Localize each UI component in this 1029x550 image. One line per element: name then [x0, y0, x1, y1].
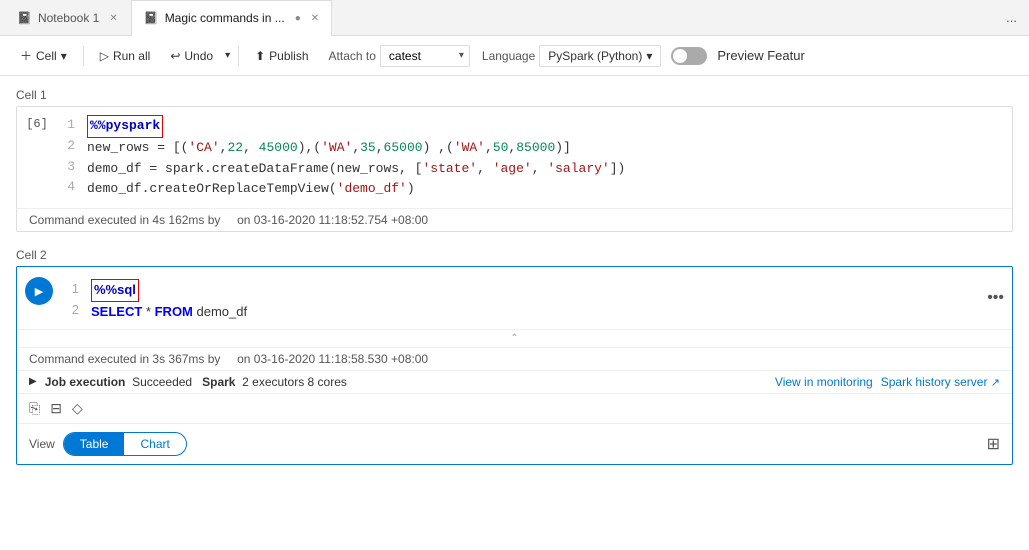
- view-label: View: [29, 437, 55, 451]
- cell-2-code-area: ▶ 1 2 %%sql SELECT * FROM demo_df •••: [17, 267, 1012, 329]
- cell-1-code-area: [6] 1 2 3 4 %%pyspark new_rows = [('CA',…: [17, 107, 1012, 208]
- export-icon[interactable]: ⊞: [987, 434, 1000, 454]
- tab-magic-commands[interactable]: 📓 Magic commands in ... ● ✕: [131, 0, 332, 36]
- job-executors: 2 executors 8 cores: [242, 375, 347, 389]
- job-label: Job execution: [45, 375, 126, 389]
- external-link-icon: ↗: [991, 377, 1000, 389]
- language-label: Language: [482, 49, 535, 63]
- language-chevron-icon: ▾: [646, 49, 652, 63]
- cell-2-collapse[interactable]: ⌃: [17, 329, 1012, 347]
- cell-2-status-spacer: [224, 352, 237, 366]
- tab-magic-x[interactable]: ✕: [311, 13, 319, 24]
- notebook-icon: 📓: [17, 11, 32, 25]
- sep1: [83, 46, 84, 66]
- cell-1-line-numbers: 1 2 3 4: [57, 115, 87, 200]
- copy-icon[interactable]: ⎘: [29, 400, 40, 417]
- code-line-1: %%pyspark: [87, 115, 1012, 138]
- undo-label: Undo: [184, 49, 213, 63]
- cell-2-label: Cell 2: [16, 248, 1013, 262]
- cell-2-output: ▶ Job execution Succeeded Spark 2 execut…: [17, 370, 1012, 464]
- cell-2-content: ▶ 1 2 %%sql SELECT * FROM demo_df ••• ⌃ …: [16, 266, 1013, 465]
- run-icon: ▷: [100, 49, 109, 63]
- cell-1-status-by: [224, 213, 237, 227]
- job-text: Job execution Succeeded Spark 2 executor…: [45, 375, 347, 389]
- attach-to-select[interactable]: catest: [380, 45, 470, 67]
- view-bar: View Table Chart ⊞: [17, 424, 1012, 464]
- job-links: View in monitoring Spark history server …: [775, 375, 1000, 389]
- publish-button[interactable]: ⬆ Publish: [247, 45, 316, 67]
- tab-notebook1[interactable]: 📓 Notebook 1 ✕: [4, 0, 131, 36]
- tab-more-button[interactable]: ...: [998, 10, 1025, 25]
- toolbar: ＋ Cell ▾ ▷ Run all ↩ Undo ▾ ⬆ Publish At…: [0, 36, 1029, 76]
- cell-label: Cell: [36, 49, 57, 63]
- chart-view-button[interactable]: Chart: [124, 433, 185, 455]
- undo-button[interactable]: ↩ Undo: [162, 45, 221, 67]
- job-status: Succeeded: [132, 375, 192, 389]
- cell-chevron-icon: ▾: [61, 49, 67, 63]
- undo-chevron-icon: ▾: [225, 50, 230, 61]
- cell-1-code-lines[interactable]: %%pyspark new_rows = [('CA',22, 45000),(…: [87, 115, 1012, 200]
- tab-magic-close[interactable]: ●: [295, 13, 301, 24]
- cell-1-content: [6] 1 2 3 4 %%pyspark new_rows = [('CA',…: [16, 106, 1013, 232]
- sql-line-2: SELECT * FROM demo_df: [91, 302, 987, 323]
- tab-notebook1-label: Notebook 1: [38, 11, 99, 25]
- tab-notebook1-close[interactable]: ✕: [109, 13, 117, 24]
- main-content: Cell 1 [6] 1 2 3 4 %%pyspark new_rows = …: [0, 76, 1029, 550]
- publish-label: Publish: [269, 49, 308, 63]
- cell-2-status-text: Command executed in 3s 367ms by: [29, 352, 220, 366]
- code-line-3: demo_df = spark.createDataFrame(new_rows…: [87, 159, 1012, 180]
- publish-icon: ⬆: [255, 49, 265, 63]
- language-button[interactable]: PySpark (Python) ▾: [539, 45, 661, 67]
- output-icons-row: ⎘ ⊟ ◇: [17, 394, 1012, 424]
- filter-icon[interactable]: ⊟: [50, 400, 62, 417]
- attach-to-label: Attach to: [329, 49, 376, 63]
- plus-icon: ＋: [20, 47, 32, 64]
- cell-1: Cell 1 [6] 1 2 3 4 %%pyspark new_rows = …: [16, 88, 1013, 232]
- spark-history-link[interactable]: Spark history server ↗: [881, 375, 1000, 389]
- view-toggle: Table Chart: [63, 432, 187, 456]
- cell-1-exec-num: [6]: [17, 115, 57, 200]
- cell-button[interactable]: ＋ Cell ▾: [12, 43, 75, 68]
- cell-1-status-text: Command executed in 4s 162ms by: [29, 213, 220, 227]
- sep2: [238, 46, 239, 66]
- cell-1-status-date: on 03-16-2020 11:18:52.754 +08:00: [237, 213, 428, 227]
- cell-2-line-numbers: 1 2: [61, 273, 91, 321]
- attach-to-wrapper[interactable]: catest: [380, 45, 470, 67]
- cell-2-status-date: on 03-16-2020 11:18:58.530 +08:00: [237, 352, 428, 366]
- undo-icon: ↩: [170, 49, 180, 63]
- run-all-button[interactable]: ▷ Run all: [92, 45, 159, 67]
- cell-1-status: Command executed in 4s 162ms by on 03-16…: [17, 208, 1012, 231]
- cell-2: Cell 2 ▶ 1 2 %%sql SELECT * FROM demo_df…: [16, 248, 1013, 465]
- cell-2-status: Command executed in 3s 367ms by on 03-16…: [17, 347, 1012, 370]
- cell-2-code-lines[interactable]: %%sql SELECT * FROM demo_df: [91, 273, 987, 323]
- notebook2-icon: 📓: [144, 11, 159, 25]
- code-line-4: demo_df.createOrReplaceTempView('demo_df…: [87, 179, 1012, 200]
- language-value: PySpark (Python): [548, 49, 642, 63]
- preview-feature-label: Preview Featur: [717, 48, 804, 63]
- cell-1-label: Cell 1: [16, 88, 1013, 102]
- sql-line-1: %%sql: [91, 279, 987, 302]
- code-line-2: new_rows = [('CA',22, 45000),('WA',35,65…: [87, 138, 1012, 159]
- clear-icon[interactable]: ◇: [72, 400, 83, 417]
- spark-history-text: Spark history server: [881, 375, 988, 389]
- view-monitoring-link[interactable]: View in monitoring: [775, 375, 873, 389]
- table-view-button[interactable]: Table: [64, 433, 125, 455]
- tab-bar: 📓 Notebook 1 ✕ 📓 Magic commands in ... ●…: [0, 0, 1029, 36]
- cell-2-run-button[interactable]: ▶: [25, 277, 53, 305]
- tab-magic-label: Magic commands in ...: [165, 11, 285, 25]
- preview-toggle[interactable]: [671, 47, 707, 65]
- spark-label: Spark: [202, 375, 235, 389]
- job-toolbar: ▶ Job execution Succeeded Spark 2 execut…: [17, 371, 1012, 394]
- cell-2-more-button[interactable]: •••: [987, 289, 1012, 307]
- job-play-icon: ▶: [29, 376, 37, 387]
- run-all-label: Run all: [113, 49, 150, 63]
